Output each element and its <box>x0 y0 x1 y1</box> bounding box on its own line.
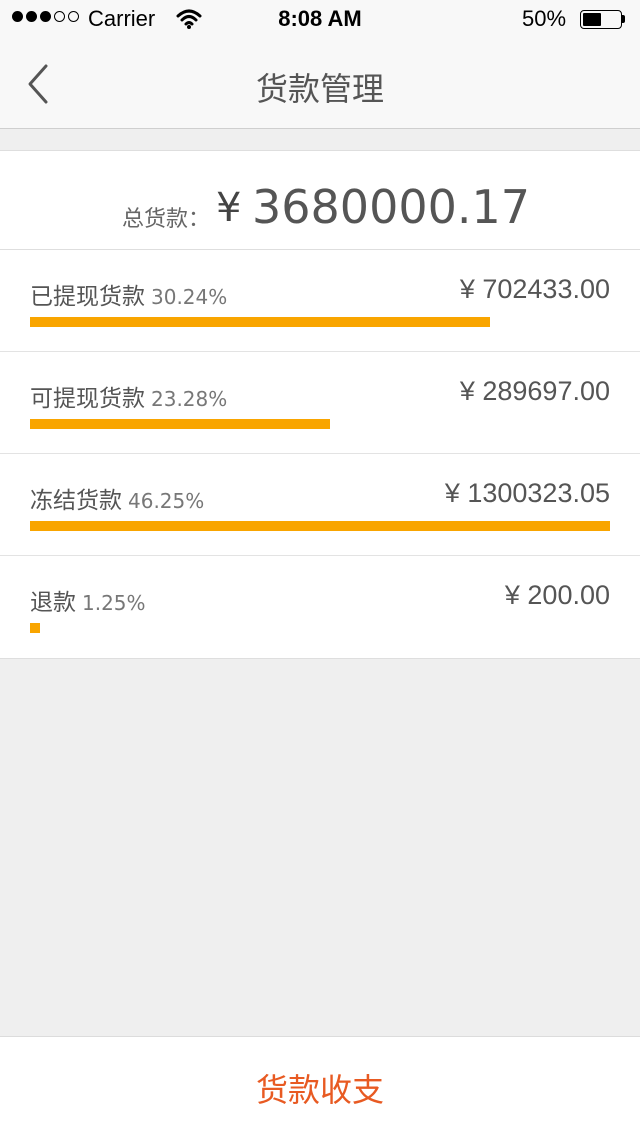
list-item: 冻结货款 46.25% ¥ 1300323.05 <box>0 454 640 556</box>
progress-bar <box>30 521 610 531</box>
item-amount: ¥ 289697.00 <box>459 376 610 406</box>
progress-bar <box>30 623 40 633</box>
list-item: 退款 1.25% ¥ 200.00 <box>0 556 640 658</box>
total-label: 总货款： <box>122 207 211 232</box>
battery-tip <box>622 15 625 23</box>
battery-icon <box>580 10 622 29</box>
item-percent: 23.28% <box>151 387 228 411</box>
progress-bar <box>30 419 330 429</box>
item-amount: ¥ 1300323.05 <box>444 478 610 508</box>
payment-history-button[interactable]: 货款收支 <box>0 1036 640 1136</box>
item-label: 退款 <box>30 590 76 616</box>
progress-bar <box>30 317 490 327</box>
item-label: 冻结货款 <box>30 488 122 514</box>
item-label: 可提现货款 <box>30 386 145 412</box>
item-label: 已提现货款 <box>30 284 145 310</box>
item-percent: 1.25% <box>82 591 146 615</box>
total-amount: 3680000.17 <box>252 180 531 234</box>
breakdown-list: 已提现货款 30.24% ¥ 702433.00 可提现货款 23.28% ¥ 28… <box>0 250 640 659</box>
payment-history-label: 货款收支 <box>255 1071 384 1109</box>
status-bar: Carrier 8:08 AM 50% <box>0 0 640 40</box>
currency-symbol: ¥ <box>216 185 242 231</box>
page-title: 货款管理 <box>255 70 384 108</box>
list-item: 已提现货款 30.24% ¥ 702433.00 <box>0 250 640 352</box>
item-percent: 46.25% <box>128 489 205 513</box>
total-summary: 总货款： ¥ 3680000.17 <box>0 150 640 250</box>
list-item: 可提现货款 23.28% ¥ 289697.00 <box>0 352 640 454</box>
top-bar: Carrier 8:08 AM 50% 货款管理 <box>0 0 640 129</box>
item-amount: ¥ 702433.00 <box>459 274 610 304</box>
battery-percent: 50% <box>522 6 567 31</box>
item-percent: 30.24% <box>151 285 228 309</box>
item-amount: ¥ 200.00 <box>504 580 610 610</box>
